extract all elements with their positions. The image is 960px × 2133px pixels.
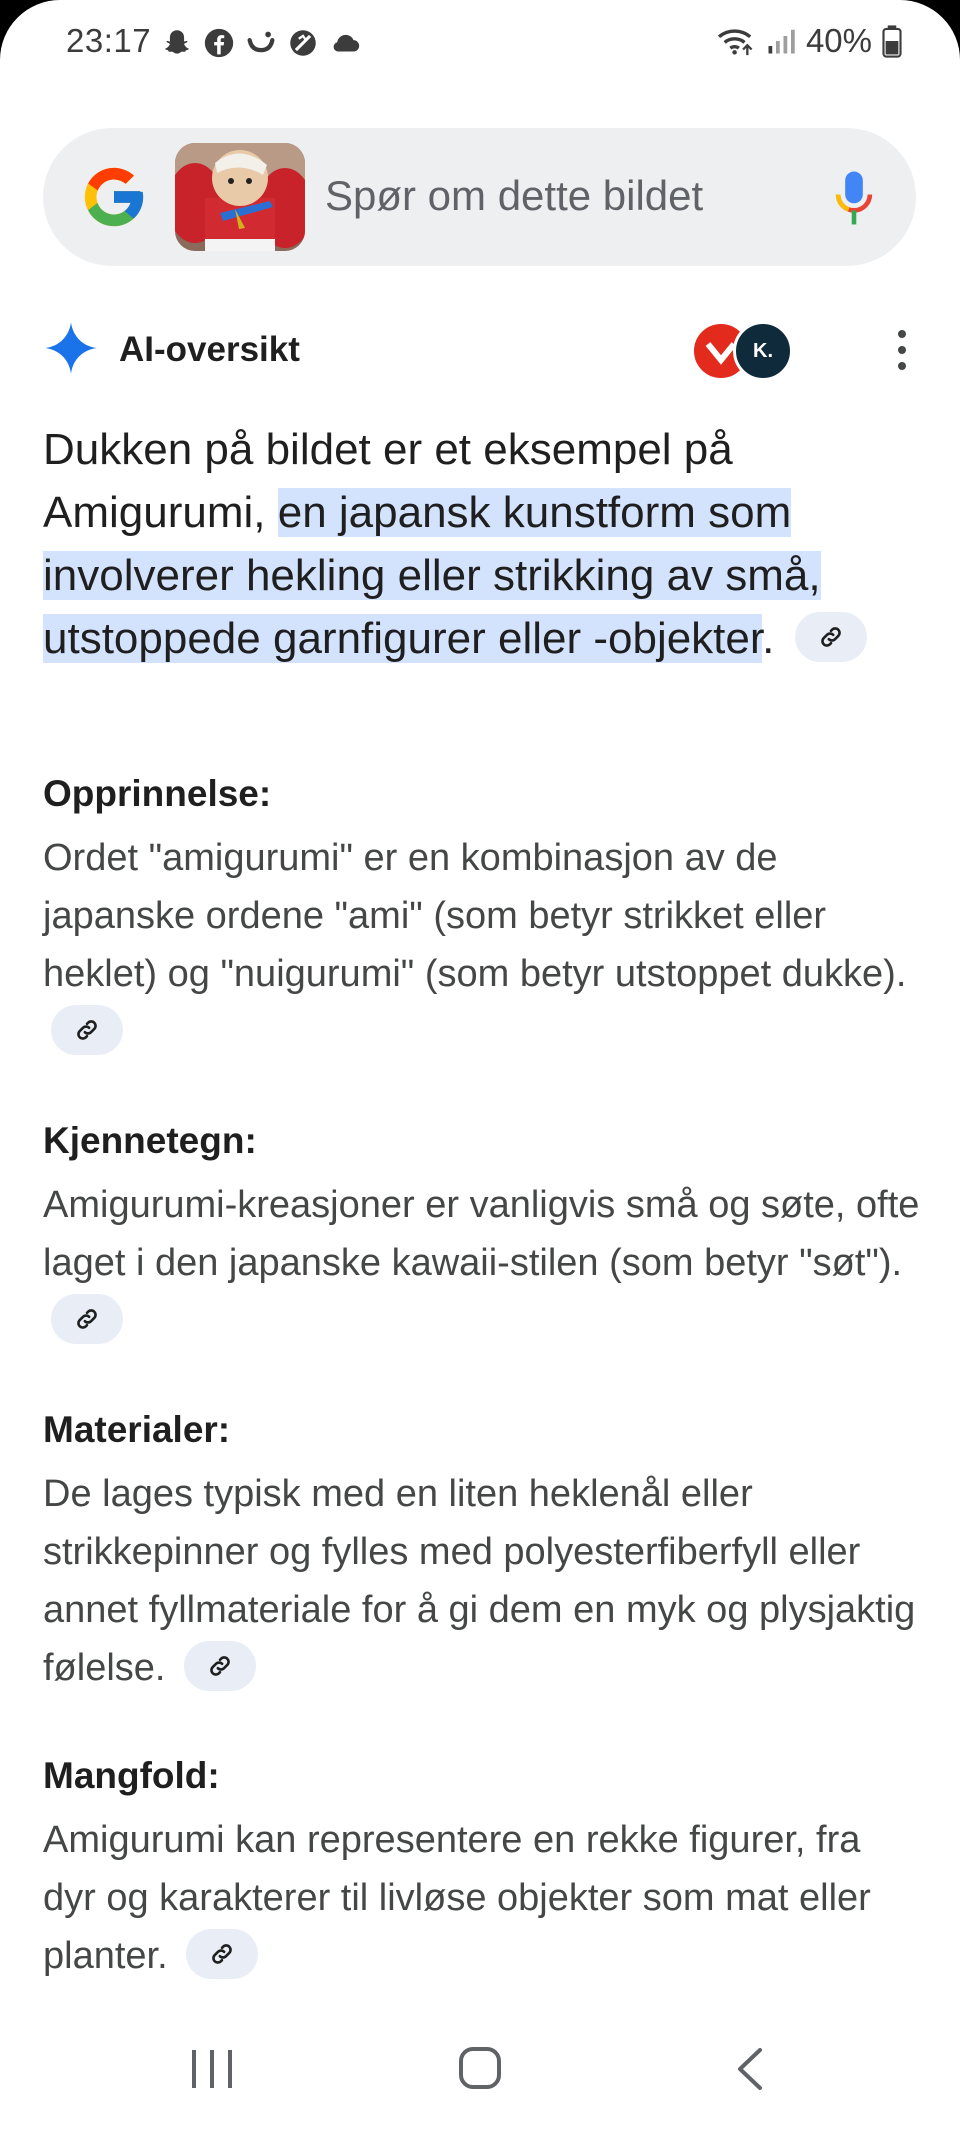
battery-icon xyxy=(882,25,902,58)
summary-end: . xyxy=(762,614,775,663)
smile-icon xyxy=(247,31,275,53)
recent-apps-icon[interactable] xyxy=(188,2046,236,2092)
wifi-icon xyxy=(717,29,753,56)
status-right: 40% xyxy=(716,22,902,60)
search-placeholder[interactable]: Spør om dette bildet xyxy=(325,172,703,220)
system-nav-bar xyxy=(0,2012,960,2133)
section-body: De lages typisk med en liten heklenål el… xyxy=(43,1465,923,1697)
link-icon xyxy=(212,1944,233,1964)
crochet-doll-image xyxy=(175,143,305,251)
section-mangfold: Mangfold: Amigurumi kan representere en … xyxy=(43,1755,923,1985)
link-icon xyxy=(77,1020,97,1040)
section-body: Amigurumi-kreasjoner er vanligvis små og… xyxy=(43,1176,923,1350)
blocked-icon xyxy=(290,30,316,56)
facebook-icon xyxy=(204,28,234,58)
ai-overview-header: AI-oversikt K. xyxy=(43,320,916,381)
lens-search-bar[interactable]: Spør om dette bildet xyxy=(43,128,916,266)
section-materialer: Materialer: De lages typisk med en liten… xyxy=(43,1409,923,1697)
link-icon xyxy=(210,1656,230,1676)
notification-icons xyxy=(160,26,362,60)
section-title: Opprinnelse: xyxy=(43,773,272,814)
source-link-button[interactable] xyxy=(794,612,867,663)
screen: 23:17 40% Spør om dette bildet AI-oversi… xyxy=(0,0,960,2133)
section-text: De lages typisk med en liten heklenål el… xyxy=(43,1473,916,1689)
source-link-button[interactable] xyxy=(186,1928,259,1979)
back-icon[interactable] xyxy=(730,2046,770,2092)
section-kjennetegn: Kjennetegn: Amigurumi-kreasjoner er vanl… xyxy=(43,1120,923,1350)
battery-percentage: 40% xyxy=(805,22,872,59)
section-opprinnelse: Opprinnelse: Ordet "amigurumi" er en kom… xyxy=(43,773,923,1061)
source-avatars[interactable]: K. xyxy=(691,321,793,381)
section-title: Mangfold: xyxy=(43,1755,220,1796)
home-icon[interactable] xyxy=(456,2046,504,2092)
signal-icon xyxy=(768,29,795,54)
source-avatar-dark[interactable]: K. xyxy=(733,321,793,381)
section-text: Amigurumi-kreasjoner er vanligvis små og… xyxy=(43,1184,920,1284)
cloud-icon xyxy=(333,34,360,52)
source-link-button[interactable] xyxy=(51,1004,123,1055)
status-time: 23:17 xyxy=(66,22,152,59)
status-bar: 23:17 40% xyxy=(0,0,960,90)
gemini-sparkle-icon xyxy=(45,322,97,374)
link-icon xyxy=(820,627,841,648)
more-options-icon[interactable] xyxy=(896,328,908,372)
section-title: Materialer: xyxy=(43,1409,231,1450)
mic-icon[interactable] xyxy=(832,168,876,228)
section-body: Ordet "amigurumi" er en kombinasjon av d… xyxy=(43,829,923,1061)
ai-overview-summary: Dukken på bildet er et eksempel på Amigu… xyxy=(43,418,923,670)
ai-overview-title: AI-oversikt xyxy=(119,330,300,369)
section-text: Amigurumi kan representere en rekke figu… xyxy=(43,1819,871,1977)
section-body: Amigurumi kan representere en rekke figu… xyxy=(43,1811,923,1985)
link-icon xyxy=(77,1309,97,1329)
snapchat-icon xyxy=(164,30,190,54)
google-logo-icon[interactable] xyxy=(79,162,149,232)
section-title: Kjennetegn: xyxy=(43,1120,257,1161)
section-text: Ordet "amigurumi" er en kombinasjon av d… xyxy=(43,837,907,995)
source-link-button[interactable] xyxy=(184,1640,257,1691)
query-image-thumbnail[interactable] xyxy=(175,143,305,251)
source-link-button[interactable] xyxy=(51,1293,123,1344)
